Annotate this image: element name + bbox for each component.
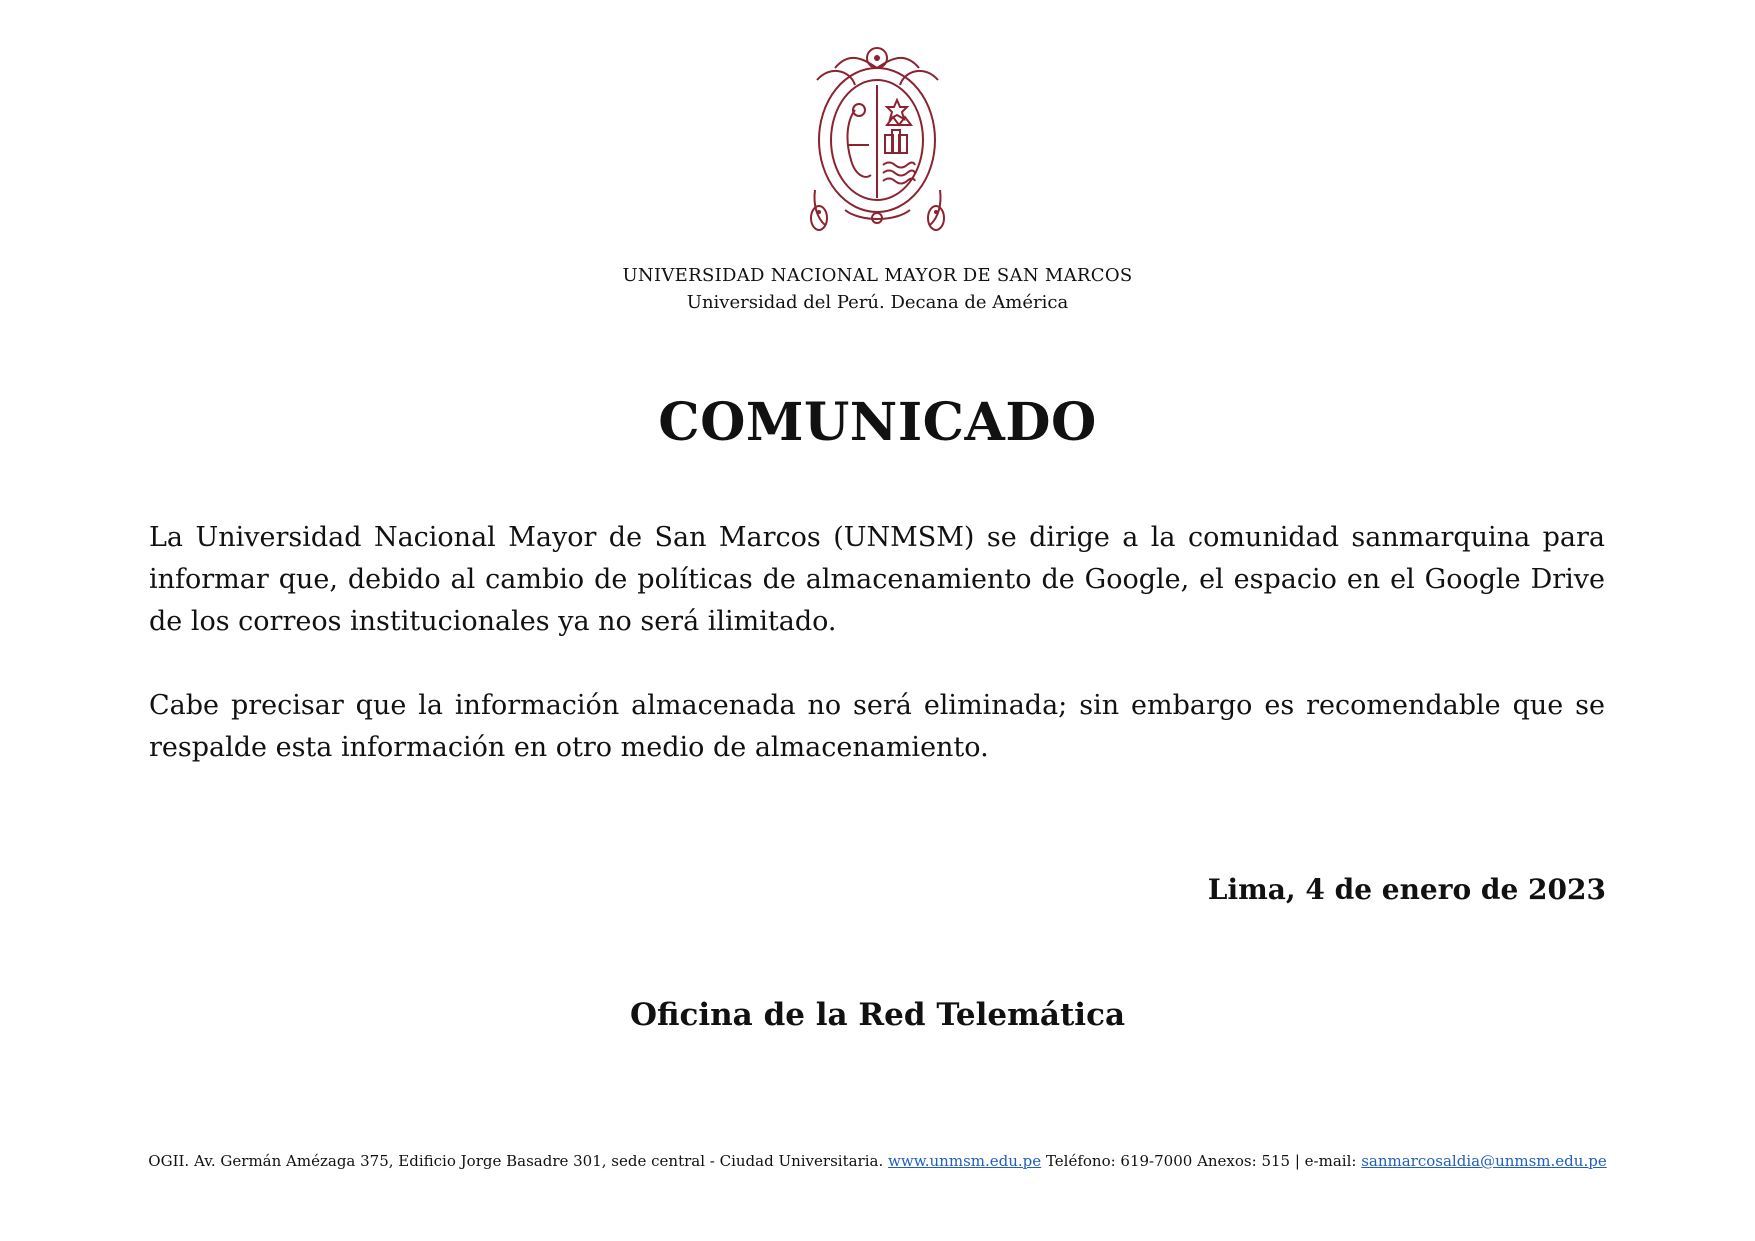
document-title: COMUNICADO [658,392,1097,453]
issuing-office: Oficina de la Red Telemática [629,997,1126,1033]
university-seal-icon [810,47,945,231]
letterhead: UNIVERSIDAD NACIONAL MAYOR DE SAN MARCOS… [0,262,1755,316]
university-name: UNIVERSIDAD NACIONAL MAYOR DE SAN MARCOS [622,265,1133,286]
footer-phone: Teléfono: 619-7000 Anexos: 515 | e-mail: [1045,1152,1357,1170]
body-paragraph-2: Cabe precisar que la información almacen… [149,690,1605,763]
document-date: Lima, 4 de enero de 2023 [1207,873,1606,906]
university-subtitle: Universidad del Perú. Decana de América [686,292,1069,313]
document-page: UNIVERSIDAD NACIONAL MAYOR DE SAN MARCOS… [0,0,1755,1241]
footer: OGII. Av. Germán Amézaga 375, Edificio J… [0,1150,1755,1172]
email-link[interactable]: sanmarcosaldia@unmsm.edu.pe [1361,1152,1606,1170]
body-paragraph-1: La Universidad Nacional Mayor de San Mar… [149,522,1605,637]
website-link[interactable]: www.unmsm.edu.pe [888,1152,1041,1170]
footer-address: OGII. Av. Germán Amézaga 375, Edificio J… [148,1152,884,1170]
document-body: La Universidad Nacional Mayor de San Mar… [149,517,1605,769]
